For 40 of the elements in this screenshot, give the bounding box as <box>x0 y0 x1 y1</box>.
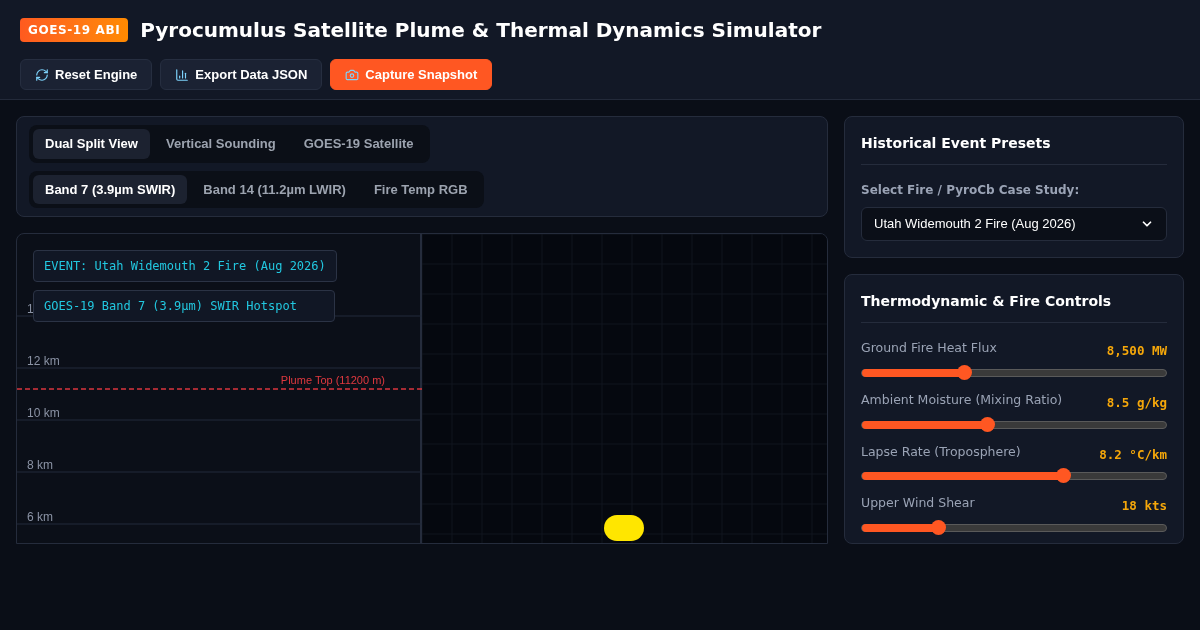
slider-thumb[interactable] <box>1055 468 1071 484</box>
slider-thumb[interactable] <box>931 520 946 535</box>
source-badge: GOES-19 ABI <box>20 18 129 42</box>
action-button[interactable]: Reset Engine <box>20 59 153 90</box>
plume-top-label: Plume Top (11200 m) <box>280 373 385 388</box>
tab[interactable]: Vertical Sounding <box>153 129 288 159</box>
refresh-icon <box>35 67 49 82</box>
slider-thumb[interactable] <box>956 364 972 380</box>
tab[interactable]: Band 7 (3.9µm SWIR) <box>33 174 188 204</box>
altitude-label: 8 km <box>27 457 53 474</box>
altitude-label: 12 km <box>27 353 60 370</box>
panel-title: Thermodynamic & Fire Controls <box>861 291 1167 323</box>
slider-reading: 8.2 °C/km <box>1099 445 1167 464</box>
action-button[interactable]: Export Data JSON <box>160 59 323 90</box>
slider-thumb[interactable] <box>979 416 995 432</box>
slider-track[interactable] <box>861 420 1167 429</box>
altitude-label: 1 <box>27 301 34 318</box>
slider-label: Ground Fire Heat Flux <box>861 339 997 357</box>
camera-icon <box>345 67 360 82</box>
slider-label: Lapse Rate (Troposphere) <box>861 442 1021 461</box>
altitude-label: 10 km <box>27 405 60 422</box>
slider-track[interactable] <box>861 368 1167 377</box>
tab[interactable]: Dual Split View <box>33 129 150 159</box>
app-title: Pyrocumulus Satellite Plume & Thermal Dynamics Simulator <box>140 17 822 44</box>
band-label: GOES-19 Band 7 (3.9µm) SWIR Hotspot <box>33 290 335 322</box>
panel-title: Historical Event Presets <box>861 133 1167 165</box>
slider-reading: 8,500 MW <box>1106 342 1167 360</box>
bar-chart-icon <box>175 67 190 82</box>
altitude-label: 6 km <box>27 509 53 526</box>
event-label: EVENT: Utah Widemouth 2 Fire (Aug 2026) <box>33 250 337 282</box>
slider-reading: 8.5 g/kg <box>1106 393 1167 412</box>
case-select[interactable]: Utah Widemouth 2 Fire (Aug 2026) <box>861 207 1167 241</box>
hotspot-icon <box>604 515 644 541</box>
tab[interactable]: Band 14 (11.2µm LWIR) <box>191 174 358 204</box>
tab[interactable]: GOES-19 Satellite <box>291 129 426 159</box>
slider-label: Ambient Moisture (Mixing Ratio) <box>861 390 1063 409</box>
slider-label: Upper Wind Shear <box>861 494 975 513</box>
tab[interactable]: Fire Temp RGB <box>361 174 480 204</box>
field-label: Select Fire / PyroCb Case Study: <box>861 182 1081 199</box>
slider-reading: 18 kts <box>1121 497 1167 516</box>
